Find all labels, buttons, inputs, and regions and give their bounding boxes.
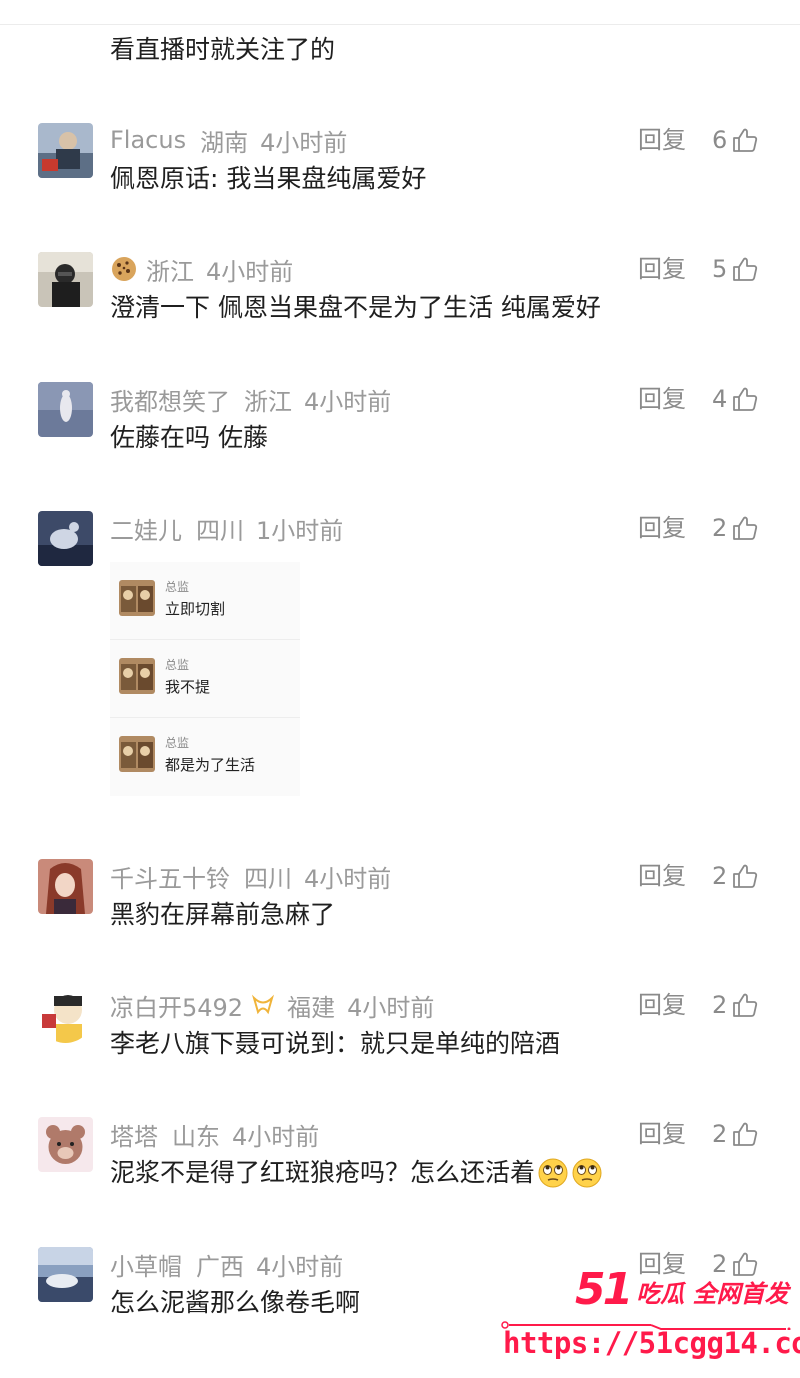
like-count: 2 — [712, 991, 728, 1019]
comment-text: 李老八旗下聂可说到：就只是单纯的陪酒 — [110, 1029, 561, 1058]
cookie-emoji-icon — [110, 255, 138, 283]
username[interactable]: 千斗五十铃 — [110, 859, 230, 894]
like-count: 5 — [712, 255, 728, 283]
divider-top — [0, 24, 800, 25]
comment-text: 佐藤在吗 佐藤 — [110, 423, 268, 452]
reply-button[interactable]: 回复 — [638, 123, 686, 157]
chat-text: 我不提 — [165, 678, 211, 696]
reply-button[interactable]: 回复 — [638, 382, 686, 416]
watermark: 51 吃瓜 全网首发 https://51cgg14.com — [495, 1268, 800, 1378]
avatar[interactable] — [38, 1247, 93, 1302]
comment-text: 佩恩原话: 我当果盘纯属爱好 — [110, 164, 427, 193]
comment-item: Flacus 湖南 4小时前 回复 6 佩恩原话: 我当果盘纯属爱好 — [0, 123, 800, 223]
reply-button[interactable]: 回复 — [638, 988, 686, 1022]
comment-time: 4小时前 — [232, 1122, 320, 1151]
reply-button[interactable]: 回复 — [638, 252, 686, 286]
vip-badge-icon — [251, 993, 275, 1017]
eye-roll-emoji-icon — [571, 1157, 603, 1189]
avatar[interactable] — [38, 382, 93, 437]
username[interactable]: 我都想笑了 — [110, 382, 230, 417]
chat-message: 总监 立即切割 — [110, 562, 300, 640]
comment-time: 1小时前 — [256, 516, 344, 545]
like-count: 2 — [712, 1120, 728, 1148]
comment-time: 4小时前 — [260, 128, 348, 157]
user-region: 湖南 — [200, 128, 249, 157]
username[interactable]: 二娃儿 — [110, 511, 182, 546]
avatar — [119, 658, 155, 694]
avatar — [119, 580, 155, 616]
reply-button[interactable]: 回复 — [638, 859, 686, 893]
watermark-slogan: 吃瓜 全网首发 — [636, 1280, 789, 1308]
user-region: 四川 — [196, 516, 244, 545]
comment-item: 塔塔 山东 4小时前 回复 2 泥浆不是得了红斑狼疮吗？怎么还活着 — [0, 1117, 800, 1217]
like-count: 2 — [712, 862, 728, 890]
comment-item: 千斗五十铃 四川 4小时前 回复 2 黑豹在屏幕前急麻了 — [0, 859, 800, 959]
avatar[interactable] — [38, 859, 93, 914]
user-region: 浙江 — [244, 387, 292, 416]
thumbs-up-icon — [733, 257, 758, 281]
avatar — [119, 736, 155, 772]
avatar[interactable] — [38, 123, 93, 178]
avatar[interactable] — [38, 988, 93, 1043]
comment-time: 4小时前 — [304, 864, 392, 893]
like-count: 2 — [712, 514, 728, 542]
like-button[interactable]: 6 — [712, 123, 759, 157]
like-button[interactable]: 2 — [712, 859, 759, 893]
user-region: 四川 — [244, 864, 292, 893]
comment-text: 澄清一下 佩恩当果盘不是为了生活 纯属爱好 — [110, 293, 601, 322]
chat-username: 总监 — [165, 658, 190, 672]
username[interactable]: Flacus — [110, 126, 186, 154]
comment-item: 浙江 4小时前 回复 5 澄清一下 佩恩当果盘不是为了生活 纯属爱好 — [0, 252, 800, 352]
comment-text: 泥浆不是得了红斑狼疮吗？怎么还活着 — [110, 1155, 603, 1191]
attached-image[interactable]: 总监 立即切割 总监 我不提 总监 都是为了生活 — [110, 562, 300, 796]
user-region: 福建 — [287, 993, 336, 1022]
comment-item: 凉白开5492 福建 4小时前 回复 2 李老八旗下聂可说到：就只是单纯的陪酒 — [0, 988, 800, 1088]
username[interactable]: 塔塔 — [110, 1117, 158, 1152]
like-button[interactable]: 4 — [712, 382, 759, 416]
chat-message: 总监 我不提 — [110, 640, 300, 718]
user-region: 浙江 — [146, 257, 194, 286]
reply-button[interactable]: 回复 — [638, 511, 686, 545]
like-button[interactable]: 2 — [712, 988, 759, 1022]
watermark-brand-number: 51 — [575, 1264, 633, 1315]
thumbs-up-icon — [733, 516, 758, 540]
reply-button[interactable]: 回复 — [638, 1117, 686, 1151]
user-region: 山东 — [172, 1122, 220, 1151]
like-button[interactable]: 2 — [712, 1117, 759, 1151]
like-button[interactable]: 5 — [712, 252, 759, 286]
comment-text: 黑豹在屏幕前急麻了 — [110, 900, 336, 929]
comment-text: 怎么泥酱那么像卷毛啊 — [110, 1288, 361, 1317]
like-count: 4 — [712, 385, 728, 413]
watermark-url: https://51cgg14.com — [503, 1326, 800, 1360]
chat-text: 都是为了生活 — [165, 756, 256, 774]
username[interactable]: 凉白开5492 — [110, 988, 243, 1023]
avatar[interactable] — [38, 511, 93, 566]
comment-text-top: 看直播时就关注了的 — [110, 35, 336, 64]
thumbs-up-icon — [733, 864, 758, 888]
like-button[interactable]: 2 — [712, 511, 759, 545]
chat-username: 总监 — [165, 736, 190, 750]
eye-roll-emoji-icon — [537, 1157, 569, 1189]
thumbs-up-icon — [733, 387, 758, 411]
thumbs-up-icon — [733, 1122, 758, 1146]
thumbs-up-icon — [733, 993, 758, 1017]
comment-time: 4小时前 — [206, 257, 294, 286]
chat-message: 总监 都是为了生活 — [110, 718, 300, 796]
avatar[interactable] — [38, 1117, 93, 1172]
chat-username: 总监 — [165, 580, 190, 594]
comment-time: 4小时前 — [256, 1252, 344, 1281]
like-count: 6 — [712, 126, 728, 154]
thumbs-up-icon — [733, 128, 758, 152]
avatar[interactable] — [38, 252, 93, 307]
comment-time: 4小时前 — [304, 387, 392, 416]
chat-text: 立即切割 — [165, 600, 226, 618]
user-region: 广西 — [196, 1252, 244, 1281]
comment-time: 4小时前 — [347, 993, 435, 1022]
comment-item: 我都想笑了 浙江 4小时前 回复 4 佐藤在吗 佐藤 — [0, 382, 800, 482]
username[interactable]: 小草帽 — [110, 1247, 182, 1282]
